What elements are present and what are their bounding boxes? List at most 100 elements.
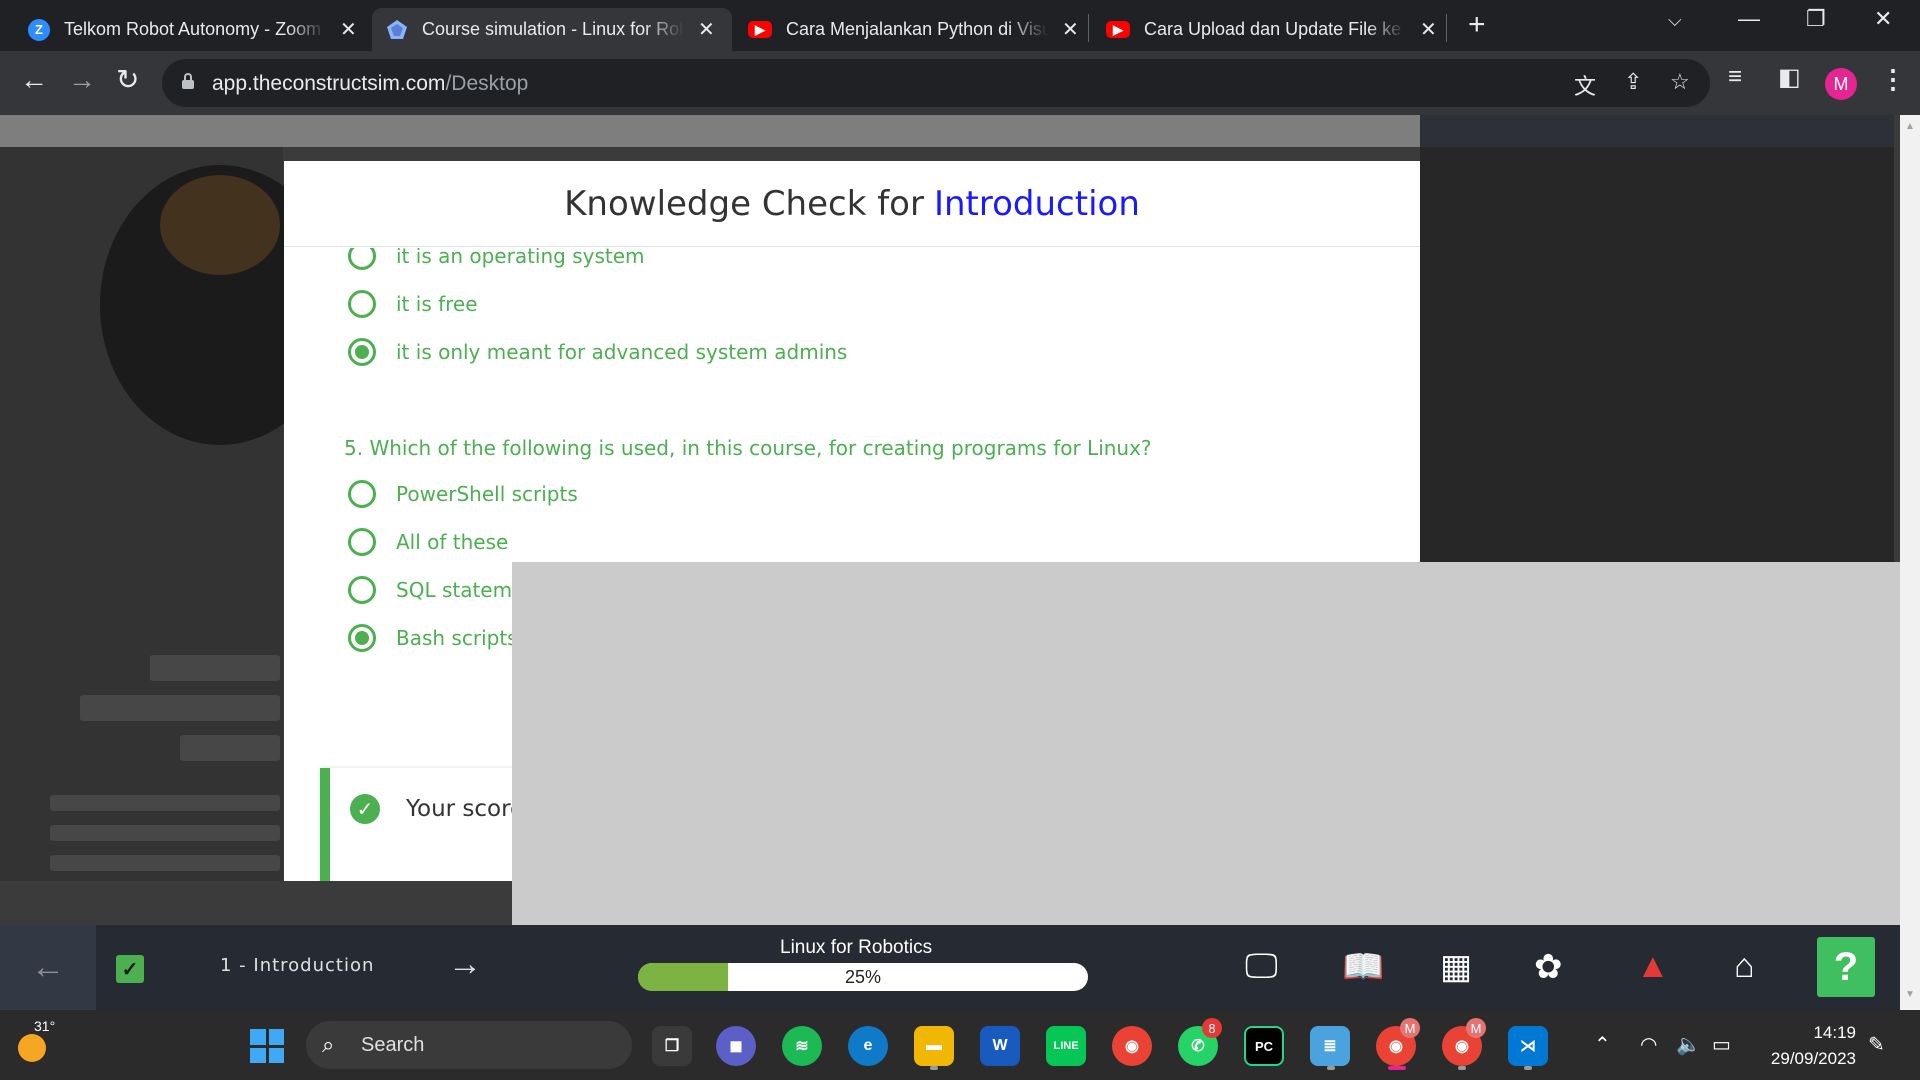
radio-button[interactable] bbox=[348, 528, 376, 556]
dashboard-grid-icon[interactable]: ▦ bbox=[1440, 947, 1472, 987]
lock-icon[interactable] bbox=[182, 73, 194, 89]
answer-option[interactable]: it is an operating system bbox=[348, 248, 645, 270]
weather-sun-icon bbox=[18, 1034, 46, 1062]
tab-youtube-python[interactable]: ▶ Cara Menjalankan Python di Visual Stud… bbox=[734, 8, 1093, 51]
answer-option[interactable]: SQL stateme bbox=[348, 576, 524, 604]
edge-icon[interactable]: e bbox=[848, 1026, 888, 1066]
teams-chat-icon[interactable]: ◼ bbox=[716, 1026, 756, 1066]
browser-menu-icon[interactable]: ⋮ bbox=[1880, 64, 1906, 95]
scroll-down-icon[interactable]: ▼ bbox=[1905, 989, 1915, 1000]
weather-widget[interactable]: 31° bbox=[16, 1018, 55, 1062]
running-indicator bbox=[930, 1066, 938, 1070]
course-progress-bar: 25% bbox=[638, 963, 1088, 991]
course-notebook-pane bbox=[0, 115, 340, 925]
address-bar[interactable]: app.theconstructsim.com/Desktop 文 ⇪ ☆ bbox=[162, 59, 1710, 107]
chapter-label[interactable]: 1 - Introduction bbox=[220, 955, 374, 976]
radio-button-selected[interactable] bbox=[348, 338, 376, 366]
notebook-icon[interactable]: 📖 bbox=[1342, 947, 1384, 987]
course-navigation-bar: ← ✓ 1 - Introduction → Linux for Robotic… bbox=[0, 925, 1900, 1010]
home-icon[interactable]: ⌂ bbox=[1734, 947, 1755, 986]
running-indicator bbox=[1458, 1066, 1466, 1070]
notifications-icon[interactable]: ✎ bbox=[1868, 1032, 1885, 1057]
volume-icon[interactable]: 🔈 bbox=[1676, 1032, 1701, 1057]
word-icon[interactable]: W bbox=[980, 1026, 1020, 1066]
option-label: it is an operating system bbox=[396, 248, 645, 268]
tab-course-simulation[interactable]: Course simulation - Linux for Robotics ✕ bbox=[372, 8, 732, 51]
radio-button[interactable] bbox=[348, 248, 376, 270]
translate-icon[interactable]: 文 bbox=[1574, 69, 1596, 101]
next-chapter-button[interactable]: → bbox=[448, 945, 482, 984]
running-indicator bbox=[1327, 1066, 1335, 1070]
blurred-heading bbox=[80, 695, 280, 721]
warning-icon[interactable]: ▲ bbox=[1636, 947, 1670, 986]
course-title: Linux for Robotics bbox=[780, 937, 933, 958]
tab-title: Course simulation - Linux for Robotics bbox=[422, 19, 684, 39]
pycharm-icon[interactable]: PC bbox=[1244, 1026, 1284, 1066]
answer-option[interactable]: PowerShell scripts bbox=[348, 480, 578, 508]
modal-title: Knowledge Check for Introduction bbox=[284, 161, 1420, 247]
tab-separator bbox=[1446, 14, 1447, 42]
file-explorer-icon[interactable]: ▬ bbox=[914, 1026, 954, 1066]
media-control-icon[interactable]: ≡ bbox=[1728, 63, 1742, 91]
system-clock[interactable]: 14:19 29/09/2023 bbox=[1760, 1020, 1856, 1072]
simulation-panel-header bbox=[1420, 115, 1894, 147]
radio-button-selected[interactable] bbox=[348, 624, 376, 652]
close-tab-icon[interactable]: ✕ bbox=[1420, 17, 1437, 42]
answer-option[interactable]: All of these bbox=[348, 528, 508, 556]
previous-chapter-button[interactable]: ← bbox=[0, 925, 96, 1010]
taskbar-search[interactable]: ⌕ Search bbox=[306, 1021, 632, 1069]
radio-button[interactable] bbox=[348, 576, 376, 604]
youtube-icon: ▶ bbox=[748, 21, 772, 38]
tab-separator bbox=[1088, 14, 1089, 42]
tab-zoom[interactable]: Z Telkom Robot Autonomy - Zoom ✕ bbox=[14, 8, 371, 51]
new-tab-button[interactable]: + bbox=[1468, 10, 1486, 40]
reload-icon[interactable]: ↻ bbox=[116, 65, 139, 95]
radio-button[interactable] bbox=[348, 480, 376, 508]
answer-option[interactable]: Bash scripts bbox=[348, 624, 518, 652]
restore-icon[interactable]: ❐ bbox=[1806, 6, 1826, 32]
radio-button[interactable] bbox=[348, 290, 376, 318]
close-tab-icon[interactable]: ✕ bbox=[340, 17, 357, 42]
scroll-up-icon[interactable]: ▲ bbox=[1905, 121, 1915, 132]
bookmark-star-icon[interactable]: ☆ bbox=[1670, 69, 1690, 95]
theconstruct-icon bbox=[386, 19, 408, 41]
tab-title: Telkom Robot Autonomy - Zoom bbox=[64, 19, 322, 39]
windows-taskbar: 31° ⌕ Search ❐ ◼ ≋ e ▬ W LINE ◉ ✆ 8 PC ≣… bbox=[0, 1010, 1920, 1080]
close-tab-icon[interactable]: ✕ bbox=[1062, 17, 1079, 42]
url-text[interactable]: app.theconstructsim.com/Desktop bbox=[212, 72, 528, 96]
start-button[interactable] bbox=[250, 1029, 284, 1063]
task-view-icon[interactable]: ❐ bbox=[652, 1026, 692, 1066]
answer-option[interactable]: it is only meant for advanced system adm… bbox=[348, 338, 847, 366]
battery-icon[interactable]: ▭ bbox=[1712, 1032, 1731, 1057]
option-label: Bash scripts bbox=[396, 626, 518, 650]
answer-option[interactable]: it is free bbox=[348, 290, 478, 318]
desktop-icon[interactable]: 🖵 bbox=[1245, 947, 1278, 986]
tab-search-icon[interactable]: ⌵ bbox=[1668, 10, 1682, 31]
help-button[interactable]: ? bbox=[1817, 937, 1875, 997]
blurred-paragraph bbox=[50, 795, 280, 811]
simulation-panel bbox=[1420, 115, 1894, 562]
robot-image-highlight bbox=[160, 175, 280, 275]
spotify-icon[interactable]: ≋ bbox=[782, 1026, 822, 1066]
profile-avatar[interactable]: M bbox=[1825, 68, 1857, 100]
close-tab-icon[interactable]: ✕ bbox=[698, 17, 715, 42]
close-window-icon[interactable]: ✕ bbox=[1874, 6, 1892, 32]
chrome-icon[interactable]: ◉ bbox=[1112, 1026, 1152, 1066]
share-icon[interactable]: ⇪ bbox=[1624, 69, 1642, 95]
minimize-icon[interactable]: — bbox=[1738, 6, 1760, 32]
blurred-heading bbox=[150, 655, 280, 681]
forward-icon[interactable]: → bbox=[68, 65, 96, 95]
openai-icon[interactable]: ✿ bbox=[1534, 947, 1563, 987]
show-hidden-icons[interactable]: ⌃ bbox=[1594, 1032, 1611, 1057]
youtube-icon: ▶ bbox=[1106, 21, 1130, 38]
vscode-icon[interactable]: ⋊ bbox=[1508, 1026, 1548, 1066]
tab-youtube-github[interactable]: ▶ Cara Upload dan Update File ke GitHub … bbox=[1092, 8, 1451, 51]
back-icon[interactable]: ← bbox=[20, 65, 48, 95]
page-scrollbar[interactable]: ▲ ▼ bbox=[1900, 115, 1920, 1010]
side-panel-icon[interactable]: ◧ bbox=[1778, 63, 1801, 92]
wifi-icon[interactable]: ◠ bbox=[1640, 1032, 1657, 1057]
line-icon[interactable]: LINE bbox=[1046, 1026, 1086, 1066]
clock-date: 29/09/2023 bbox=[1770, 1049, 1856, 1068]
notepad-icon[interactable]: ≣ bbox=[1310, 1026, 1350, 1066]
check-circle-icon: ✓ bbox=[350, 794, 380, 824]
